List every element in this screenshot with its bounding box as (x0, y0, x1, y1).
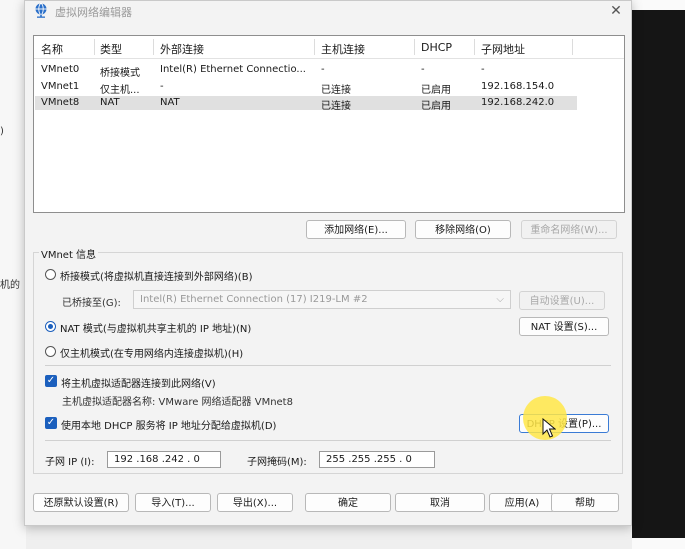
bridged-to-label: 已桥接至(G): (62, 298, 121, 309)
table-row-selected[interactable]: VMnet8 NAT NAT 已连接 已启用 192.168.242.0 (35, 96, 577, 112)
cell-type: 桥接模式 (100, 68, 140, 79)
column-header-dhcp[interactable]: DHCP (421, 41, 452, 54)
apply-button[interactable]: 应用(A) (489, 493, 555, 512)
list-header: 名称 类型 外部连接 主机连接 DHCP 子网地址 (34, 36, 624, 59)
background-dark-panel (632, 10, 685, 538)
cell-external: NAT (160, 97, 180, 108)
bridge-mode-radio[interactable] (45, 269, 56, 280)
mouse-pointer-icon (542, 418, 556, 438)
restore-defaults-button[interactable]: 还原默认设置(R) (33, 493, 129, 512)
chevron-down-icon: ⌵ (496, 294, 504, 305)
cell-type: NAT (100, 97, 120, 108)
subnet-mask-label: 子网掩码(M): (247, 457, 307, 468)
connect-adapter-checkbox[interactable]: ✓ (45, 375, 57, 387)
separator (45, 440, 611, 441)
cell-dhcp: 已启用 (421, 85, 451, 96)
background-text-fragment: 机的 (0, 280, 20, 291)
background-window-left (0, 0, 26, 549)
subnet-ip-label: 子网 IP (I): (45, 457, 95, 468)
auto-settings-button[interactable]: 自动设置(U)... (519, 291, 605, 310)
table-row[interactable]: VMnet1 仅主机... - 已连接 已启用 192.168.154.0 (35, 80, 577, 96)
subnet-mask-input[interactable]: 255 .255 .255 . 0 (319, 451, 435, 468)
separator (45, 365, 611, 366)
cancel-button[interactable]: 取消 (395, 493, 485, 512)
cell-name: VMnet8 (41, 97, 80, 108)
column-header-external[interactable]: 外部连接 (160, 41, 204, 57)
cell-host: 已连接 (321, 101, 351, 112)
column-header-type[interactable]: 类型 (100, 41, 122, 57)
column-header-name[interactable]: 名称 (41, 41, 63, 57)
cell-name: VMnet0 (41, 64, 80, 75)
cell-dhcp: 已启用 (421, 101, 451, 112)
column-header-subnet[interactable]: 子网地址 (481, 41, 525, 57)
bridge-mode-label[interactable]: 桥接模式(将虚拟机直接连接到外部网络)(B) (60, 268, 252, 283)
ok-button[interactable]: 确定 (305, 493, 391, 512)
export-button[interactable]: 导出(X)... (217, 493, 293, 512)
cell-dhcp: - (421, 64, 425, 75)
nat-settings-button[interactable]: NAT 设置(S)... (519, 317, 609, 336)
background-text-fragment: ) (0, 126, 4, 137)
host-only-mode-label[interactable]: 仅主机模式(在专用网络内连接虚拟机)(H) (60, 345, 243, 360)
connect-adapter-label[interactable]: 将主机虚拟适配器连接到此网络(V) (61, 375, 216, 390)
help-button[interactable]: 帮助 (551, 493, 619, 512)
table-row[interactable]: VMnet0 桥接模式 Intel(R) Ethernet Connectio.… (35, 63, 577, 79)
remove-network-button[interactable]: 移除网络(O) (415, 220, 511, 239)
cell-host: - (321, 64, 325, 75)
host-only-mode-radio[interactable] (45, 346, 56, 357)
rename-network-button[interactable]: 重命名网络(W)... (521, 220, 617, 239)
cell-subnet: - (481, 64, 485, 75)
vmnet-info-title: VMnet 信息 (39, 246, 99, 261)
dialog-title: 虚拟网络编辑器 (55, 6, 132, 19)
dhcp-label[interactable]: 使用本地 DHCP 服务将 IP 地址分配给虚拟机(D) (61, 417, 276, 432)
nat-mode-label[interactable]: NAT 模式(与虚拟机共享主机的 IP 地址)(N) (60, 320, 251, 335)
cell-subnet: 192.168.242.0 (481, 97, 555, 108)
network-globe-icon (35, 3, 47, 18)
bridged-to-value: Intel(R) Ethernet Connection (17) I219-L… (140, 294, 368, 305)
cell-type: 仅主机... (100, 85, 140, 96)
virtual-network-editor-dialog: 虚拟网络编辑器 ✕ 名称 类型 外部连接 主机连接 DHCP 子网地址 VMne… (24, 0, 632, 526)
nat-mode-radio[interactable] (45, 321, 56, 332)
subnet-ip-input[interactable]: 192 .168 .242 . 0 (107, 451, 221, 468)
title-bar: 虚拟网络编辑器 ✕ (25, 1, 631, 21)
column-header-host[interactable]: 主机连接 (321, 41, 365, 57)
dhcp-checkbox[interactable]: ✓ (45, 417, 57, 429)
bridged-to-select[interactable]: Intel(R) Ethernet Connection (17) I219-L… (133, 290, 511, 309)
add-network-button[interactable]: 添加网络(E)... (306, 220, 406, 239)
adapter-name-label: 主机虚拟适配器名称: VMware 网络适配器 VMnet8 (62, 397, 293, 408)
cell-external: Intel(R) Ethernet Connectio... (160, 64, 306, 75)
cell-subnet: 192.168.154.0 (481, 81, 555, 92)
cell-host: 已连接 (321, 85, 351, 96)
network-list[interactable]: 名称 类型 外部连接 主机连接 DHCP 子网地址 VMnet0 桥接模式 In… (33, 35, 625, 213)
import-button[interactable]: 导入(T)... (135, 493, 211, 512)
cell-external: - (160, 81, 164, 92)
close-button[interactable]: ✕ (603, 1, 629, 21)
cell-name: VMnet1 (41, 81, 80, 92)
